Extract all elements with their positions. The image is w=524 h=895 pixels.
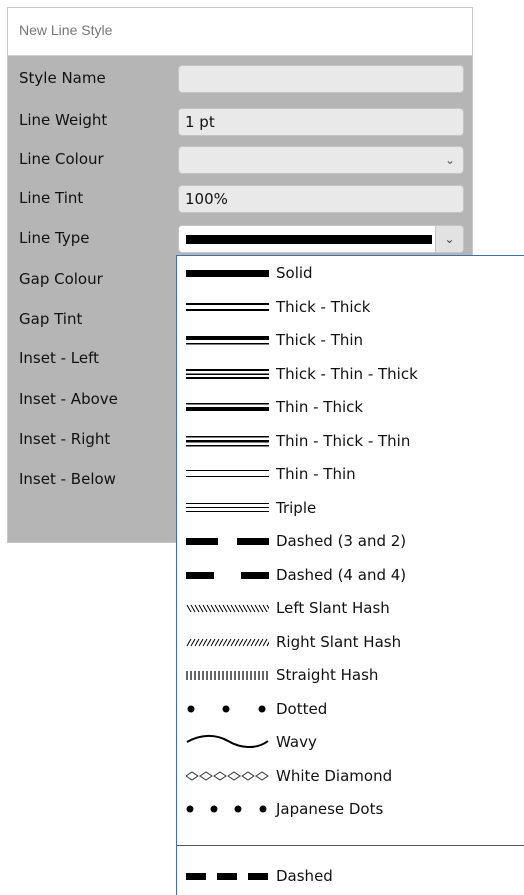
thick-thick-line-icon (186, 302, 269, 311)
line-type-option[interactable]: Thick - Thin (177, 324, 524, 357)
straight-hash-icon (186, 671, 268, 680)
wavy-line-icon (186, 734, 269, 748)
gap-colour-label: Gap Colour (19, 270, 103, 288)
line-type-option-label: Thick - Thin - Thick (276, 364, 418, 383)
line-type-option-label: Dashed (276, 867, 333, 885)
line-type-option[interactable]: Straight Hash (177, 659, 524, 692)
line-type-option[interactable]: Left Slant Hash (177, 592, 524, 625)
thick-thin-thick-line-icon (186, 368, 269, 379)
thin-thick-line-icon (186, 403, 269, 411)
line-type-label: Line Type (19, 229, 90, 247)
line-weight-label: Line Weight (19, 111, 108, 129)
chevron-down-icon[interactable]: ⌄ (441, 147, 459, 173)
line-type-option-label: Dashed (4 and 4) (276, 565, 407, 584)
thin-thick-thin-line-icon (186, 435, 269, 446)
line-type-option-label: Solid (276, 264, 313, 282)
inset-right-label: Inset - Right (19, 430, 111, 448)
custom-dashed-line-icon (186, 873, 268, 880)
line-type-option[interactable]: Thin - Thin (177, 458, 524, 491)
line-colour-label: Line Colour (19, 150, 104, 168)
line-type-option-label: Dotted (276, 699, 328, 718)
left-slant-hash-icon (186, 604, 269, 613)
line-type-option-label: Straight Hash (276, 666, 379, 684)
style-name-label: Style Name (19, 69, 106, 87)
line-type-option-label: Dashed (3 and 2) (276, 532, 407, 550)
line-tint-label: Line Tint (19, 189, 84, 207)
line-colour-select[interactable]: ⌄ (178, 146, 464, 174)
gap-tint-label: Gap Tint (19, 310, 83, 328)
line-type-option[interactable]: Thick - Thin - Thick (177, 358, 524, 391)
line-tint-input[interactable]: 100% (178, 185, 464, 213)
line-type-option[interactable]: Wavy (177, 726, 524, 759)
inset-above-label: Inset - Above (19, 390, 118, 408)
line-type-option-label: Thin - Thick - Thin (276, 431, 411, 450)
line-type-select[interactable]: ⌄ (178, 225, 464, 253)
white-diamond-line-icon (186, 770, 269, 781)
selected-line-type-preview (186, 235, 432, 244)
inset-left-label: Inset - Left (19, 349, 100, 367)
dialog-title-bar: New Line Style (8, 8, 472, 56)
line-type-option[interactable]: Thin - Thick (177, 391, 524, 424)
chevron-down-icon[interactable]: ⌄ (435, 226, 463, 252)
right-slant-hash-icon (186, 638, 269, 646)
solid-line-icon (186, 270, 269, 277)
line-type-option[interactable]: Thin - Thick - Thin (177, 425, 524, 458)
line-type-option[interactable]: Dashed (3 and 2) (177, 525, 524, 558)
line-weight-input[interactable]: 1 pt (178, 108, 464, 136)
line-type-option[interactable]: Dashed (4 and 4) (177, 559, 524, 592)
list-separator (177, 845, 524, 846)
thick-thin-line-icon (186, 336, 269, 345)
line-type-option-label: Wavy (276, 733, 317, 751)
line-type-option[interactable]: Right Slant Hash (177, 626, 524, 659)
dashed-3-2-line-icon (186, 538, 269, 545)
dotted-line-icon (187, 705, 266, 712)
line-type-option[interactable]: Japanese Dots (177, 793, 524, 826)
thin-thin-line-icon (186, 470, 269, 477)
line-type-option[interactable]: Dotted (177, 693, 524, 726)
line-type-option-label: Thick - Thin (276, 331, 364, 349)
line-type-option-label: Triple (276, 498, 317, 517)
line-type-option[interactable]: Dashed (177, 860, 524, 893)
line-type-option-label: Japanese Dots (276, 800, 384, 818)
line-type-option[interactable]: White Diamond (177, 760, 524, 793)
line-type-option[interactable]: Triple (177, 492, 524, 525)
style-name-input[interactable] (178, 65, 464, 93)
dialog-title: New Line Style (19, 22, 113, 38)
line-type-option-label: Thin - Thin (276, 465, 356, 483)
line-type-option-label: Thin - Thick (276, 398, 364, 416)
line-type-option-label: Left Slant Hash (276, 599, 390, 617)
line-type-dropdown-list[interactable]: Solid Thick - Thick Thick - Thin Thick - Th… (176, 255, 524, 895)
triple-line-icon (186, 502, 269, 512)
line-type-option[interactable]: Thick - Thick (177, 291, 524, 324)
inset-below-label: Inset - Below (19, 470, 116, 488)
japanese-dots-line-icon (186, 805, 267, 813)
dashed-4-4-line-icon (186, 571, 269, 579)
line-type-option-label: Right Slant Hash (276, 632, 402, 651)
line-type-option-label: White Diamond (276, 766, 393, 785)
line-type-option[interactable]: Solid (177, 257, 524, 290)
line-type-option-label: Thick - Thick (276, 297, 371, 316)
